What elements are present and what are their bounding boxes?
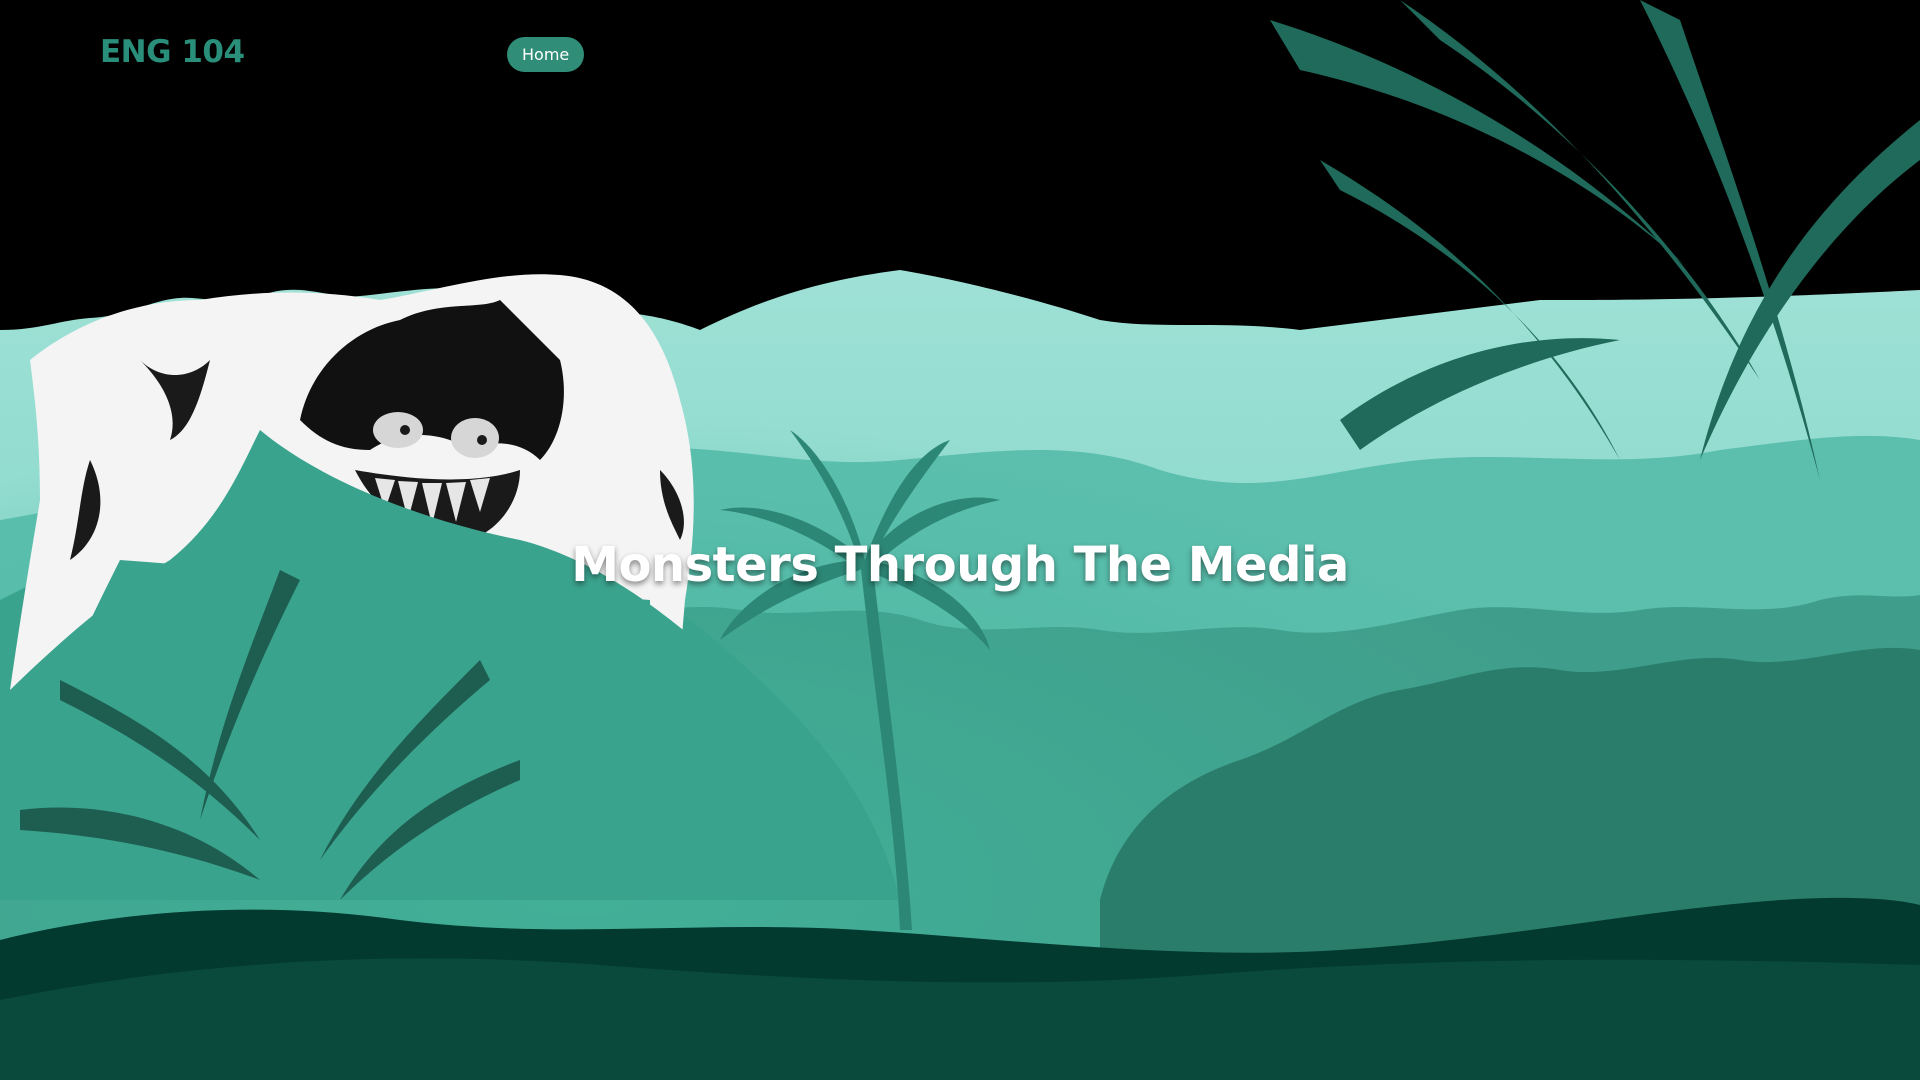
site-header: ENG 104 Home bbox=[0, 0, 1920, 108]
monster-eye-left bbox=[373, 412, 423, 448]
nav-home-link[interactable]: Home bbox=[507, 37, 585, 72]
hero-title: Monsters Through The Media bbox=[571, 537, 1349, 594]
site-brand[interactable]: ENG 104 bbox=[100, 34, 245, 70]
monster-eye-right bbox=[451, 418, 499, 458]
hero-section: Monsters Through The Media bbox=[0, 0, 1920, 1080]
